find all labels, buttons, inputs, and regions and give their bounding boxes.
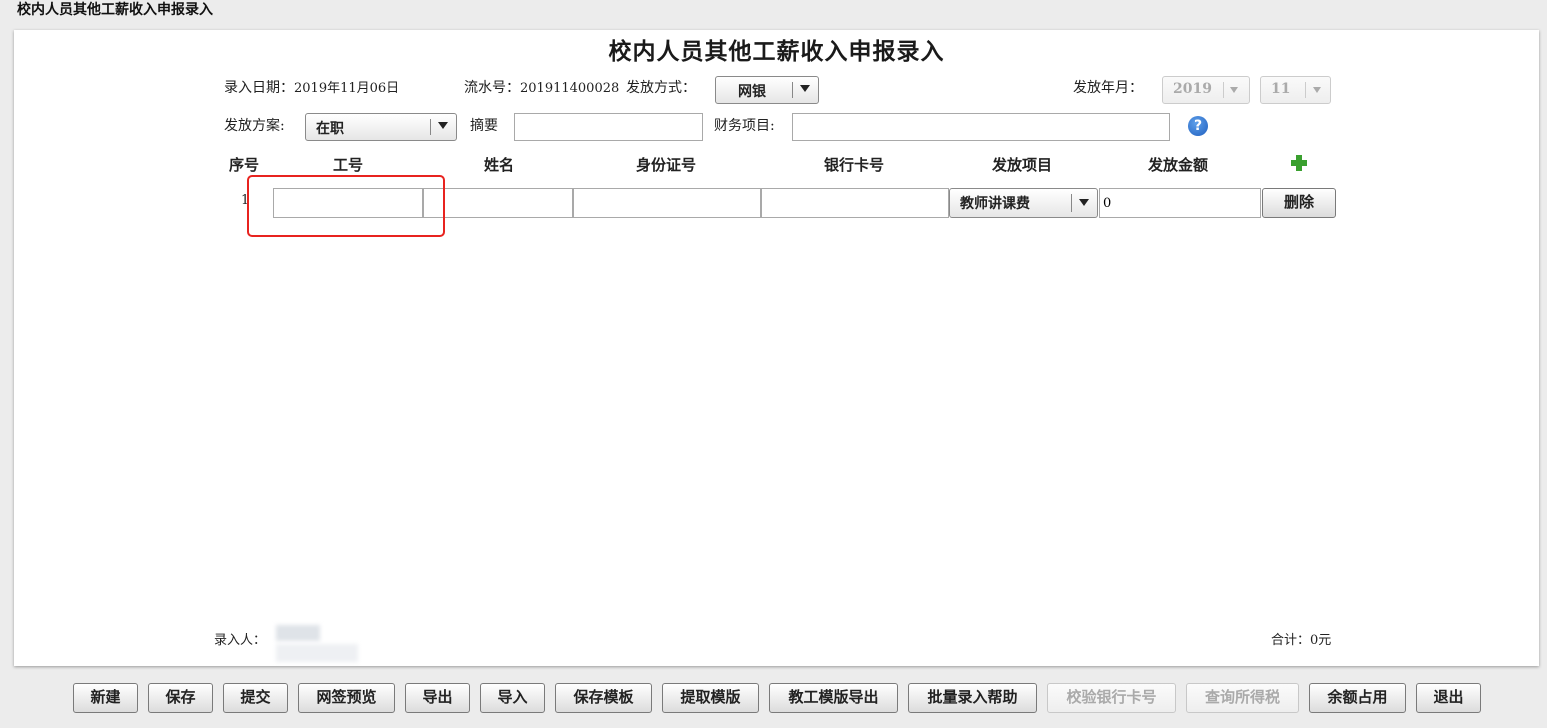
pay-year-select[interactable]: 2019 bbox=[1162, 76, 1250, 104]
total-value: 0元 bbox=[1310, 633, 1332, 648]
serial-label: 流水号：201911400028 bbox=[464, 80, 620, 96]
total: 合计：0元 bbox=[1271, 629, 1331, 648]
balance-occupy-button[interactable]: 余额占用 bbox=[1309, 683, 1406, 713]
import-button[interactable]: 导入 bbox=[480, 683, 545, 713]
bank-card-input[interactable] bbox=[761, 188, 949, 218]
entered-by-blur bbox=[276, 644, 358, 662]
finance-label: 财务项目: bbox=[714, 118, 775, 134]
plan-label: 发放方案: bbox=[224, 118, 285, 134]
pay-method-select[interactable]: 网银 bbox=[715, 76, 819, 104]
serial-no-value: 201911400028 bbox=[520, 81, 620, 96]
summary-input[interactable] bbox=[514, 113, 703, 141]
pay-year-value: 2019 bbox=[1173, 81, 1212, 97]
entered-by-value bbox=[276, 625, 320, 641]
new-button[interactable]: 新建 bbox=[73, 683, 138, 713]
chevron-down-icon bbox=[438, 122, 448, 129]
load-template-button[interactable]: 提取模版 bbox=[662, 683, 759, 713]
save-button[interactable]: 保存 bbox=[148, 683, 213, 713]
col-header-staff-no: 工号 bbox=[333, 156, 364, 174]
add-row-icon[interactable] bbox=[1291, 155, 1307, 171]
chevron-down-icon bbox=[1313, 87, 1321, 93]
name-input[interactable] bbox=[423, 188, 573, 218]
query-income-tax-button[interactable]: 查询所得税 bbox=[1186, 683, 1299, 713]
help-icon[interactable]: ? bbox=[1188, 116, 1208, 136]
pay-month-select[interactable]: 11 bbox=[1260, 76, 1331, 104]
sign-preview-button[interactable]: 网签预览 bbox=[298, 683, 395, 713]
pay-month-label: 发放年月： bbox=[1073, 80, 1143, 96]
export-staff-template-button[interactable]: 教工模版导出 bbox=[769, 683, 898, 713]
chevron-down-icon bbox=[1230, 87, 1238, 93]
total-label: 合计： bbox=[1271, 633, 1311, 648]
chevron-down-icon bbox=[800, 85, 810, 92]
col-header-name: 姓名 bbox=[484, 156, 515, 174]
id-no-input[interactable] bbox=[573, 188, 761, 218]
pay-method-label: 发放方式： bbox=[626, 80, 696, 96]
col-header-amount: 发放金额 bbox=[1148, 156, 1209, 174]
col-header-bank-card: 银行卡号 bbox=[824, 156, 885, 174]
exit-button[interactable]: 退出 bbox=[1416, 683, 1481, 713]
entry-date-value: 2019年11月06日 bbox=[294, 81, 400, 96]
col-header-id-no: 身份证号 bbox=[636, 156, 697, 174]
entry-date-label: 录入日期：2019年11月06日 bbox=[224, 80, 400, 96]
chevron-down-icon bbox=[1079, 199, 1089, 206]
verify-bank-card-button[interactable]: 校验银行卡号 bbox=[1047, 683, 1176, 713]
export-button[interactable]: 导出 bbox=[405, 683, 470, 713]
plan-select[interactable]: 在职 bbox=[305, 113, 457, 141]
delete-row-button[interactable]: 删除 bbox=[1262, 188, 1336, 218]
batch-entry-help-button[interactable]: 批量录入帮助 bbox=[908, 683, 1037, 713]
form-panel: 校内人员其他工薪收入申报录入 录入日期：2019年11月06日 流水号：2019… bbox=[14, 30, 1539, 666]
pay-item-select[interactable]: 教师讲课费 bbox=[949, 188, 1098, 218]
finance-item-input[interactable] bbox=[792, 113, 1170, 141]
pay-item-value: 教师讲课费 bbox=[960, 196, 1030, 212]
page-title: 校内人员其他工薪收入申报录入 bbox=[608, 38, 945, 65]
summary-label: 摘要 bbox=[470, 118, 498, 134]
window-title: 校内人员其他工薪收入申报录入 bbox=[17, 2, 213, 18]
save-template-button[interactable]: 保存模板 bbox=[555, 683, 652, 713]
col-header-item: 发放项目 bbox=[992, 156, 1053, 174]
highlight-box bbox=[247, 175, 445, 237]
plan-value: 在职 bbox=[316, 121, 344, 137]
col-header-index: 序号 bbox=[229, 156, 260, 174]
pay-method-value: 网银 bbox=[738, 84, 766, 100]
submit-button[interactable]: 提交 bbox=[223, 683, 288, 713]
entered-by-label: 录入人： bbox=[214, 633, 267, 648]
amount-input[interactable] bbox=[1099, 188, 1261, 218]
pay-month-value: 11 bbox=[1271, 81, 1291, 97]
